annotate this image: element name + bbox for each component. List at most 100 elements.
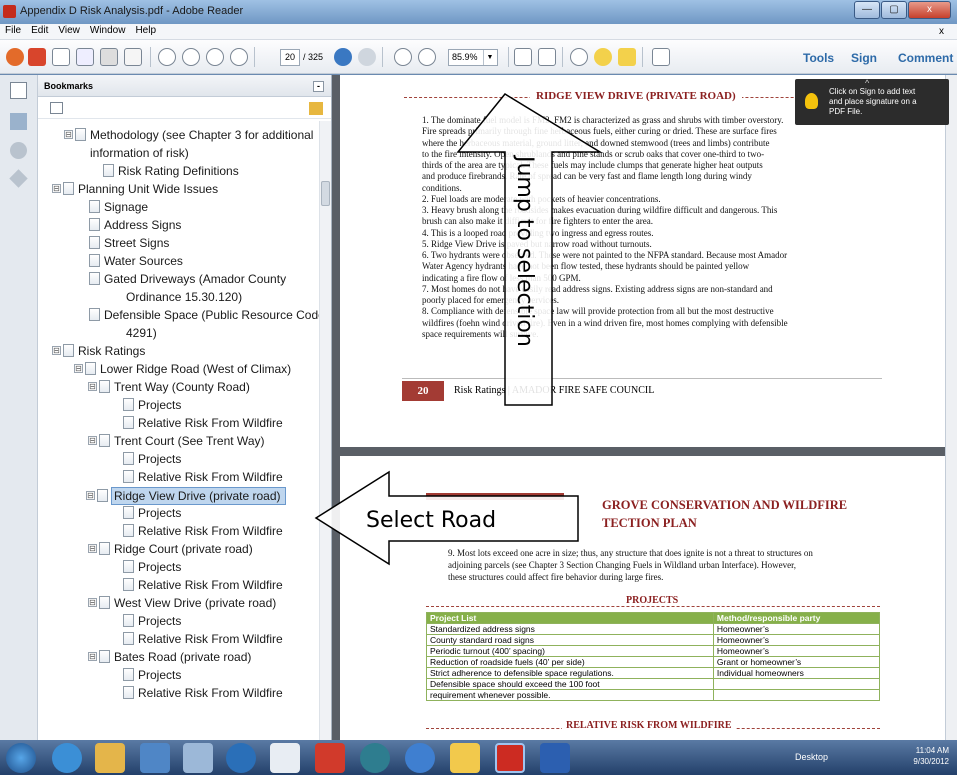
collapse-icon[interactable]: ⊟ xyxy=(74,364,83,373)
collapse-icon[interactable]: ⊟ xyxy=(88,652,97,661)
bookmark-item[interactable]: ⊟ Planning Unit Wide Issues xyxy=(52,181,218,197)
sign-tooltip[interactable]: ^ Click on Sign to add text and place si… xyxy=(795,78,949,125)
search-app-icon[interactable] xyxy=(360,743,390,773)
bookmark-item[interactable]: Projects xyxy=(123,397,181,413)
bookmark-item[interactable]: Projects xyxy=(123,451,181,467)
rotate-back-icon[interactable] xyxy=(334,48,352,66)
collapse-icon[interactable]: ⊟ xyxy=(64,130,73,139)
bookmark-item[interactable]: ⊟ Methodology (see Chapter 3 for addition… xyxy=(64,127,313,143)
bookmark-item[interactable]: Relative Risk From Wildfire xyxy=(123,523,283,539)
bookmark-item[interactable]: ⊟ Trent Way (County Road) xyxy=(88,379,250,395)
bookmark-item[interactable]: Relative Risk From Wildfire xyxy=(123,415,283,431)
email-icon[interactable] xyxy=(124,48,142,66)
bookmarks-icon[interactable] xyxy=(10,113,27,130)
document-area[interactable]: RIDGE VIEW DRIVE (PRIVATE ROAD) 1. The d… xyxy=(332,75,957,740)
collapse-icon[interactable]: ⊟ xyxy=(52,184,61,193)
bookmark-item[interactable]: ⊟ West View Drive (private road) xyxy=(88,595,276,611)
menu-file[interactable]: File xyxy=(0,24,26,37)
folder-icon[interactable] xyxy=(95,743,125,773)
panel-close-icon[interactable]: - xyxy=(313,81,324,92)
bookmark-item[interactable]: Gated Driveways (Amador County xyxy=(89,271,286,287)
desktop-toolbar[interactable]: Desktop xyxy=(795,752,828,762)
bookmark-item[interactable]: Relative Risk From Wildfire xyxy=(123,685,283,701)
bookmark-item[interactable]: Street Signs xyxy=(89,235,169,251)
menu-close-x[interactable]: x xyxy=(934,25,949,38)
bookmark-item[interactable]: ⊟ Risk Ratings xyxy=(52,343,145,359)
bookmark-item[interactable]: information of risk) xyxy=(90,145,189,161)
collapse-icon[interactable]: ⊟ xyxy=(88,598,97,607)
menu-help[interactable]: Help xyxy=(130,24,161,37)
edit-icon[interactable] xyxy=(52,48,70,66)
bookmark-item[interactable]: Projects xyxy=(123,559,181,575)
start-button-icon[interactable] xyxy=(6,743,36,773)
minimize-button[interactable]: — xyxy=(854,1,880,19)
fit-page-icon[interactable] xyxy=(514,48,532,66)
app-icon-1[interactable] xyxy=(140,743,170,773)
app-icon-2[interactable] xyxy=(183,743,213,773)
page-thumbnails-icon[interactable] xyxy=(10,82,27,99)
open-icon[interactable] xyxy=(28,48,46,66)
bookmark-item[interactable]: Relative Risk From Wildfire xyxy=(123,577,283,593)
comment-icon[interactable] xyxy=(594,48,612,66)
last-page-icon[interactable] xyxy=(230,48,248,66)
browser-icon[interactable] xyxy=(52,743,82,773)
acrobat-active-icon[interactable] xyxy=(495,743,525,773)
bookmark-item[interactable]: ⊟ Trent Court (See Trent Way) xyxy=(88,433,265,449)
word-icon[interactable] xyxy=(540,743,570,773)
bookmark-item[interactable]: Projects xyxy=(123,505,181,521)
bookmark-item[interactable]: Water Sources xyxy=(89,253,183,269)
bookmark-item[interactable]: Ordinance 15.30.120) xyxy=(126,289,242,305)
tools-button[interactable]: Tools xyxy=(803,51,834,65)
clock[interactable]: 11:04 AM 9/30/2012 xyxy=(913,745,949,767)
print-icon[interactable] xyxy=(100,48,118,66)
close-button[interactable]: x xyxy=(908,1,951,19)
page-number-input[interactable]: 20 xyxy=(280,49,300,66)
bookmark-item[interactable]: ⊟ Bates Road (private road) xyxy=(88,649,251,665)
bookmarks-scrollbar[interactable] xyxy=(319,121,331,740)
options-icon[interactable] xyxy=(50,102,63,114)
rotate-forward-icon[interactable] xyxy=(358,48,376,66)
zoom-in-icon[interactable] xyxy=(418,48,436,66)
collapse-icon[interactable]: ⊟ xyxy=(88,436,97,445)
collapse-icon[interactable]: ⊟ xyxy=(52,346,61,355)
bookmark-item[interactable]: Projects xyxy=(123,667,181,683)
bookmark-item[interactable]: Defensible Space (Public Resource Code xyxy=(89,307,320,323)
chevron-up-icon[interactable]: ^ xyxy=(865,78,869,88)
menu-edit[interactable]: Edit xyxy=(26,24,53,37)
zoom-out-icon[interactable] xyxy=(394,48,412,66)
attachments-icon[interactable] xyxy=(10,142,27,159)
next-page-icon[interactable] xyxy=(206,48,224,66)
bookmark-item[interactable]: Address Signs xyxy=(89,217,181,233)
bookmark-item[interactable]: ⊟ Ridge Court (private road) xyxy=(88,541,253,557)
find-icon[interactable] xyxy=(570,48,588,66)
save-icon[interactable] xyxy=(76,48,94,66)
document-scrollbar[interactable] xyxy=(945,75,957,740)
scrollbar-thumb[interactable] xyxy=(321,181,330,206)
expand-icon[interactable] xyxy=(652,48,670,66)
bookmark-item[interactable]: Signage xyxy=(89,199,148,215)
help-icon[interactable] xyxy=(405,743,435,773)
bookmark-item[interactable]: 4291) xyxy=(126,325,157,341)
chevron-down-icon[interactable]: ▼ xyxy=(483,50,496,65)
collapse-icon[interactable]: ⊟ xyxy=(88,382,97,391)
fit-width-icon[interactable] xyxy=(538,48,556,66)
app-icon-3[interactable] xyxy=(226,743,256,773)
menu-window[interactable]: Window xyxy=(85,24,131,37)
first-page-icon[interactable] xyxy=(158,48,176,66)
bookmark-item[interactable]: Risk Rating Definitions xyxy=(103,163,239,179)
bookmark-item[interactable]: Relative Risk From Wildfire xyxy=(123,631,283,647)
highlight-icon[interactable] xyxy=(618,48,636,66)
bookmark-item[interactable]: Relative Risk From Wildfire xyxy=(123,469,283,485)
expand-bookmark-icon[interactable] xyxy=(309,102,323,115)
adobe-taskbar-icon[interactable] xyxy=(315,743,345,773)
notes-icon[interactable] xyxy=(450,743,480,773)
previous-page-icon[interactable] xyxy=(182,48,200,66)
sign-button[interactable]: Sign xyxy=(851,51,877,65)
bookmark-ridge-view-drive[interactable]: ⊟ Ridge View Drive (private road) xyxy=(86,487,286,505)
collapse-icon[interactable]: ⊟ xyxy=(86,491,95,500)
collapse-icon[interactable]: ⊟ xyxy=(88,544,97,553)
menu-view[interactable]: View xyxy=(53,24,85,37)
notepad-icon[interactable] xyxy=(270,743,300,773)
layers-icon[interactable] xyxy=(9,169,28,188)
bookmark-item[interactable]: Projects xyxy=(123,613,181,629)
